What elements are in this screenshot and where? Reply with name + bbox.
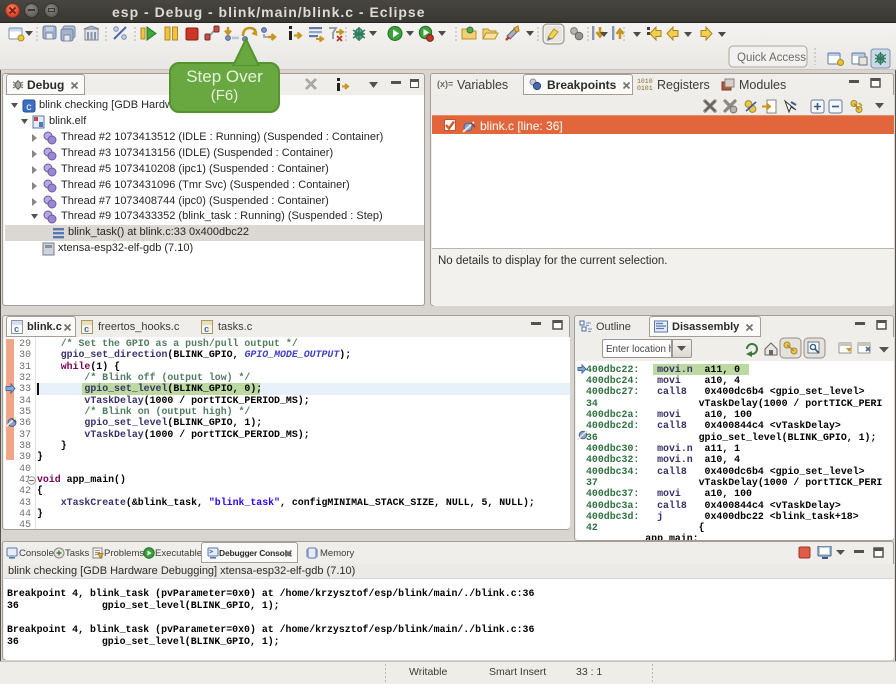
svg-text:c: c bbox=[26, 103, 32, 114]
svg-text:c: c bbox=[84, 325, 89, 334]
svg-text:c: c bbox=[14, 325, 19, 334]
svg-text:Quick Access: Quick Access bbox=[737, 52, 806, 64]
svg-text:c: c bbox=[204, 325, 209, 334]
